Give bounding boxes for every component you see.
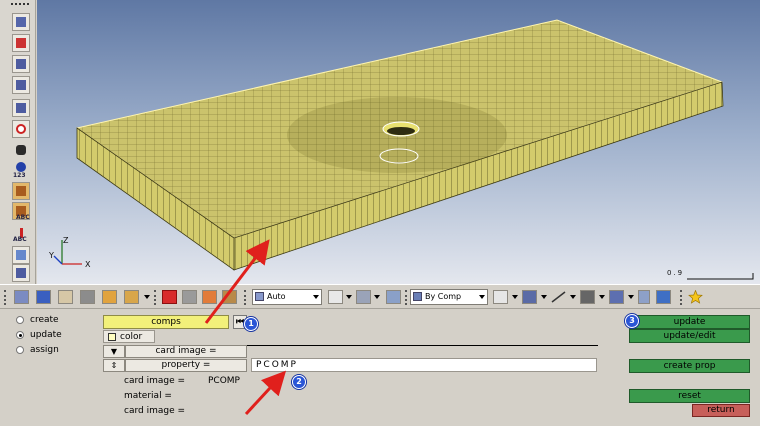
- chevron-down-icon[interactable]: [144, 295, 150, 299]
- property-toggle[interactable]: ⇕: [103, 359, 125, 372]
- mesh-icon[interactable]: [12, 55, 30, 73]
- axis-triad: Z Y X: [48, 236, 91, 269]
- callout-1: 1: [244, 317, 258, 331]
- toolbar-grip[interactable]: [11, 3, 29, 5]
- chevron-down-icon[interactable]: [374, 295, 380, 299]
- shaded-icon[interactable]: [36, 290, 51, 304]
- plane-icon[interactable]: [609, 290, 624, 304]
- color-checkbox[interactable]: [108, 332, 116, 341]
- star-icon[interactable]: [688, 289, 703, 304]
- color-label: color: [120, 331, 143, 342]
- create-prop-button[interactable]: create prop: [629, 359, 750, 373]
- comps-selector-button[interactable]: comps: [103, 315, 229, 329]
- chevron-down-icon[interactable]: [570, 295, 576, 299]
- update-edit-button[interactable]: update/edit: [629, 329, 750, 343]
- organize-icon[interactable]: [102, 290, 117, 304]
- color-mode-label: By Comp: [425, 292, 462, 301]
- chart-icon[interactable]: [12, 246, 30, 264]
- radio-create-label: create: [30, 315, 59, 325]
- grid-icon[interactable]: [12, 76, 30, 94]
- card-image-toggle[interactable]: ▼: [103, 345, 125, 358]
- cube-icon[interactable]: [386, 290, 401, 304]
- display-mode-swatch: [255, 292, 264, 301]
- axis-y-label: Y: [48, 251, 54, 260]
- page-icon[interactable]: [12, 13, 30, 31]
- transparency-icon[interactable]: [182, 290, 197, 304]
- radio-assign-dot[interactable]: [16, 346, 24, 354]
- toolbar-separator: [680, 290, 682, 305]
- toolbar-separator: [244, 290, 246, 305]
- radio-update-dot[interactable]: [16, 331, 24, 339]
- card-image-field-line: [247, 345, 598, 358]
- geometry-display-icon[interactable]: [328, 290, 343, 304]
- scale-bar: [687, 273, 754, 280]
- toolbar-separator: [154, 290, 156, 305]
- monitor-icon[interactable]: [656, 290, 671, 304]
- radio-update-label: update: [30, 330, 62, 340]
- abc-label-2: ABC: [13, 236, 27, 243]
- property-input[interactable]: PCOMP: [251, 358, 597, 372]
- update-button[interactable]: update: [629, 315, 750, 329]
- model-canvas: Z Y X: [48, 19, 754, 280]
- toolbar-separator: [405, 290, 407, 305]
- graphics-viewport[interactable]: Z Y X 0.9: [37, 0, 760, 284]
- scale-label: 0.9: [667, 269, 685, 277]
- reset-button[interactable]: reset: [629, 389, 750, 403]
- hypermesh-window: 123 ABC ABC Z Y X 0.9 Auto By Comp creat…: [0, 0, 760, 426]
- chevron-down-icon[interactable]: [628, 295, 634, 299]
- callout-2: 2: [292, 375, 306, 389]
- axis-x-label: X: [85, 260, 91, 269]
- color-mode-swatch: [413, 292, 422, 301]
- color-toggle[interactable]: color: [103, 330, 155, 343]
- radio-update[interactable]: update: [16, 330, 62, 340]
- surface-display-icon[interactable]: [356, 290, 371, 304]
- chevron-down-icon[interactable]: [512, 295, 518, 299]
- wireframe-icon[interactable]: [493, 290, 508, 304]
- measure-icon[interactable]: [12, 182, 30, 200]
- info-card-image-value: PCOMP: [208, 376, 240, 386]
- pencil-icon[interactable]: [12, 34, 30, 52]
- solid-icon[interactable]: [580, 290, 595, 304]
- image-icon[interactable]: [12, 264, 30, 282]
- display-mode-dropdown[interactable]: Auto: [252, 289, 322, 305]
- no-icon[interactable]: [12, 120, 30, 138]
- left-toolbar: 123 ABC ABC: [0, 0, 36, 284]
- line-icon[interactable]: [551, 290, 566, 304]
- display-mode-label: Auto: [267, 292, 286, 301]
- info-card-image-label: card image =: [124, 376, 186, 386]
- radio-create[interactable]: create: [16, 315, 59, 325]
- callout-3: 3: [625, 314, 639, 328]
- delete-icon[interactable]: [162, 290, 177, 304]
- surface-icon[interactable]: [12, 99, 30, 117]
- selection-icon[interactable]: [124, 290, 139, 304]
- abc-label: ABC: [16, 214, 30, 221]
- info-card-image-2-label: card image =: [124, 406, 186, 416]
- axis-z-label: Z: [63, 236, 69, 245]
- chevron-down-icon[interactable]: [599, 295, 605, 299]
- return-button[interactable]: return: [692, 404, 750, 417]
- card-edit-panel: create update assign comps ⏮ color ▼ car…: [0, 309, 760, 426]
- chevron-down-icon: [479, 295, 485, 299]
- color-mode-dropdown[interactable]: By Comp: [410, 289, 488, 305]
- visualization-icon[interactable]: [202, 290, 217, 304]
- chevron-down-icon[interactable]: [541, 295, 547, 299]
- property-field-button[interactable]: property =: [125, 359, 247, 372]
- binoculars-icon[interactable]: [12, 141, 30, 159]
- info-material-label: material =: [124, 391, 172, 401]
- main-toolbar: Auto By Comp: [0, 284, 760, 309]
- radio-assign-label: assign: [30, 345, 59, 355]
- radio-create-dot[interactable]: [16, 316, 24, 324]
- numbering-label: 123: [13, 172, 26, 179]
- chevron-down-icon: [313, 295, 319, 299]
- find-icon[interactable]: [80, 290, 95, 304]
- shaded-elements-icon[interactable]: [522, 290, 537, 304]
- mask-icon[interactable]: [58, 290, 73, 304]
- card-image-field-button[interactable]: card image =: [125, 345, 247, 358]
- toolbar-grip[interactable]: [4, 290, 6, 305]
- grid-small-icon[interactable]: [638, 290, 650, 304]
- chevron-down-icon[interactable]: [346, 295, 352, 299]
- radio-assign[interactable]: assign: [16, 345, 59, 355]
- components-icon[interactable]: [14, 290, 29, 304]
- select-icon[interactable]: [222, 290, 237, 304]
